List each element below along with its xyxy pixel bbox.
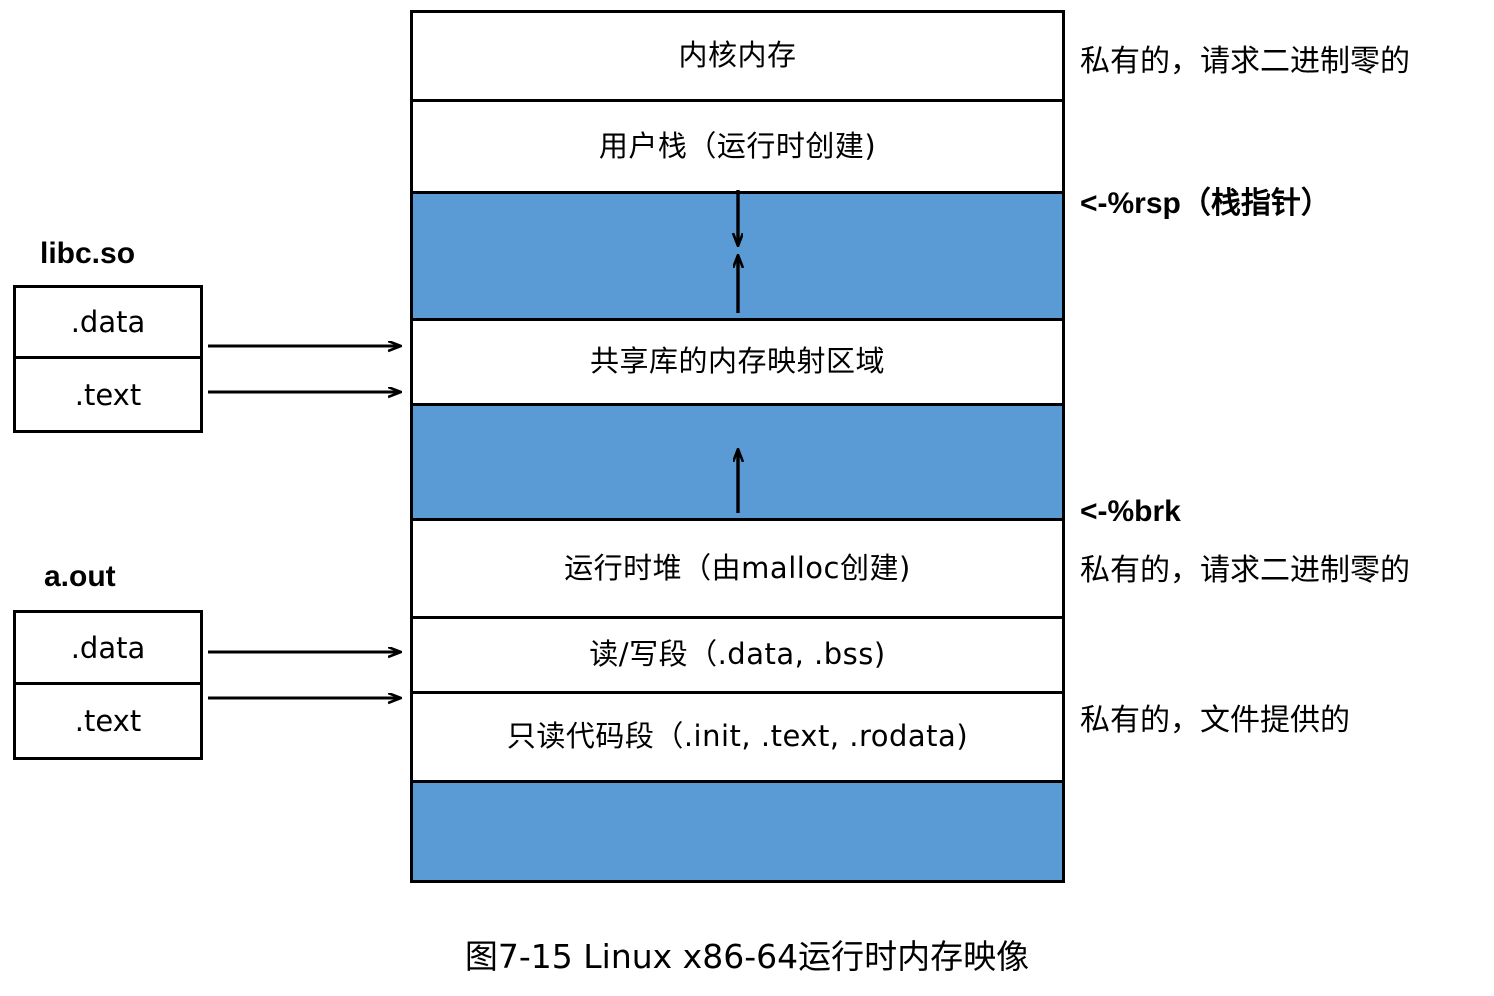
figure-caption: 图7-15 Linux x86-64运行时内存映像 — [464, 937, 1030, 976]
module-title-libc: libc.so — [40, 237, 136, 270]
module-title-aout: a.out — [44, 560, 116, 593]
module-section-aout-text: .text — [74, 704, 142, 738]
module-section-libc-data: .data — [16, 288, 200, 359]
segment-label: 只读代码段（.init, .text, .rodata) — [506, 719, 969, 754]
segment-label: 读/写段（.data, .bss) — [589, 637, 886, 672]
module-section-libc-text: .text — [74, 377, 142, 412]
memory-segment-read-write-segment: 读/写段（.data, .bss) — [413, 619, 1062, 691]
memory-segment-mmap-heap-gap — [413, 406, 1062, 518]
memory-map-diagram: 内核内存 用户栈（运行时创建) 共享库的内存映射区域 运行时堆（由malloc创… — [410, 10, 1065, 883]
segment-label: 运行时堆（由malloc创建) — [564, 550, 911, 585]
memory-segment-read-only-code: 只读代码段（.init, .text, .rodata) — [413, 694, 1062, 780]
segment-label: 共享库的内存映射区域 — [589, 344, 885, 379]
annotation-kernel-note: 私有的，请求二进制零的 — [1080, 44, 1410, 79]
memory-segment-shared-library-mmap: 共享库的内存映射区域 — [413, 321, 1062, 403]
annotation-stack-pointer: <-%rsp（栈指针） — [1080, 187, 1331, 220]
module-box-libc: .data .text — [13, 285, 203, 433]
memory-segment-user-stack: 用户栈（运行时创建) — [413, 102, 1062, 191]
memory-segment-unmapped-low-memory — [413, 783, 1062, 880]
annotation-brk-pointer: <-%brk — [1080, 495, 1181, 528]
module-box-aout: .data .text — [13, 610, 203, 760]
module-section-aout-data: .data — [16, 613, 200, 685]
annotation-file-backed-note: 私有的，文件提供的 — [1080, 703, 1350, 738]
segment-label: 内核内存 — [678, 38, 797, 73]
segment-label: 用户栈（运行时创建) — [598, 128, 877, 163]
memory-segment-runtime-heap: 运行时堆（由malloc创建) — [413, 521, 1062, 616]
annotation-heap-note: 私有的，请求二进制零的 — [1080, 553, 1410, 588]
memory-segment-stack-heap-gap — [413, 194, 1062, 318]
memory-segment-kernel-memory: 内核内存 — [413, 13, 1062, 99]
